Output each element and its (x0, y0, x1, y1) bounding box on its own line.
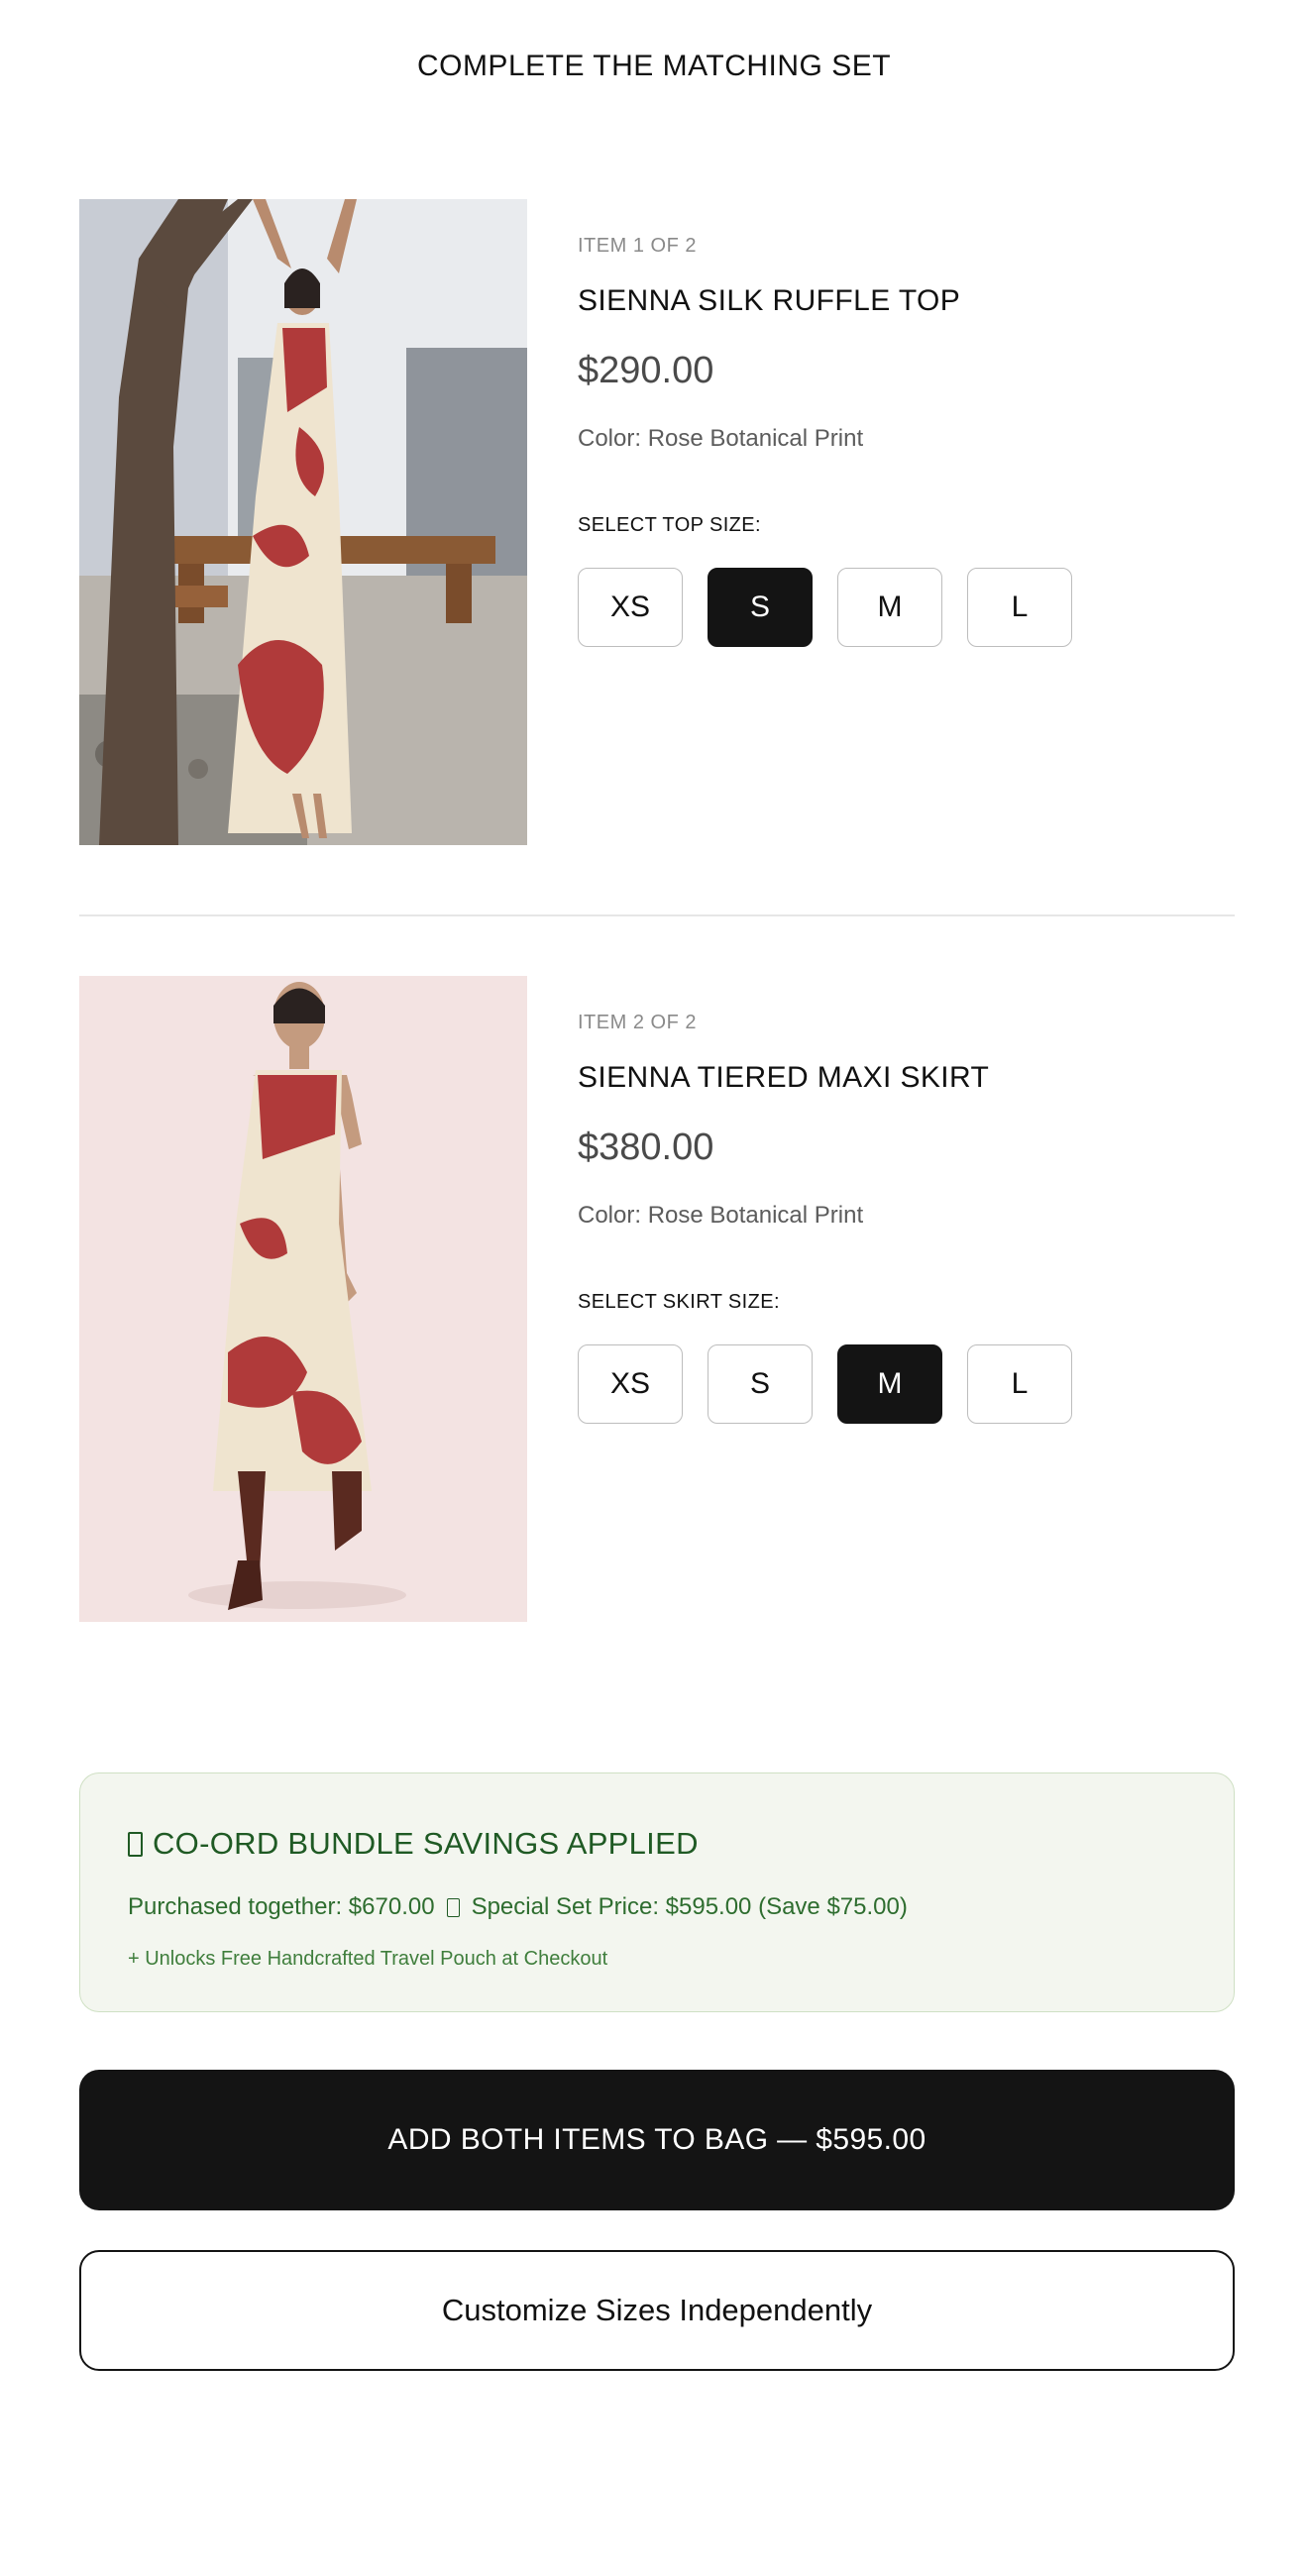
bundle-perk-note: + Unlocks Free Handcrafted Travel Pouch … (128, 1948, 608, 1970)
bundle-title: CO-ORD BUNDLE SAVINGS APPLIED (128, 1826, 699, 1862)
size-label: SELECT TOP SIZE: (578, 514, 761, 536)
special-set-price: Special Set Price: $595.00 (Save $75.00) (471, 1893, 908, 1920)
item-counter: ITEM 2 OF 2 (578, 1012, 697, 1033)
page-title: COMPLETE THE MATCHING SET (416, 50, 892, 82)
add-both-to-bag-button[interactable]: ADD BOTH ITEMS TO BAG — $595.00 (79, 2070, 1235, 2210)
size-option-s-selected[interactable]: S (708, 568, 813, 647)
product-name: SIENNA TIERED MAXI SKIRT (578, 1061, 990, 1094)
size-option-xs[interactable]: XS (578, 568, 683, 647)
size-option-l[interactable]: L (967, 1344, 1072, 1424)
size-option-l[interactable]: L (967, 568, 1072, 647)
size-option-m[interactable]: M (837, 568, 942, 647)
product-card-top: ITEM 1 OF 2 SIENNA SILK RUFFLE TOP $290.… (79, 199, 1235, 845)
size-option-m-selected[interactable]: M (837, 1344, 942, 1424)
product-card-skirt: ITEM 2 OF 2 SIENNA TIERED MAXI SKIRT $38… (79, 976, 1235, 1622)
bundle-title-text: CO-ORD BUNDLE SAVINGS APPLIED (153, 1826, 699, 1861)
item-counter: ITEM 1 OF 2 (578, 235, 697, 257)
checkbox-icon (128, 1831, 143, 1857)
product-price: $290.00 (578, 350, 714, 391)
size-option-xs[interactable]: XS (578, 1344, 683, 1424)
section-divider (79, 914, 1235, 916)
size-option-s[interactable]: S (708, 1344, 813, 1424)
size-selector-top: XS S M L (578, 568, 1072, 647)
product-name: SIENNA SILK RUFFLE TOP (578, 284, 961, 317)
separator-icon (446, 1897, 460, 1917)
size-selector-skirt: XS S M L (578, 1344, 1072, 1424)
product-color: Color: Rose Botanical Print (578, 1202, 864, 1229)
size-label: SELECT SKIRT SIZE: (578, 1291, 780, 1313)
bundle-savings-panel: CO-ORD BUNDLE SAVINGS APPLIED Purchased … (79, 1772, 1235, 2012)
purchased-together-price: Purchased together: $670.00 (128, 1893, 435, 1920)
bundle-pricing: Purchased together: $670.00 Special Set … (128, 1893, 908, 1921)
product-color: Color: Rose Botanical Print (578, 425, 864, 452)
product-image-top (79, 199, 527, 845)
product-image-skirt (79, 976, 527, 1622)
product-price: $380.00 (578, 1127, 714, 1168)
customize-sizes-button[interactable]: Customize Sizes Independently (79, 2250, 1235, 2371)
